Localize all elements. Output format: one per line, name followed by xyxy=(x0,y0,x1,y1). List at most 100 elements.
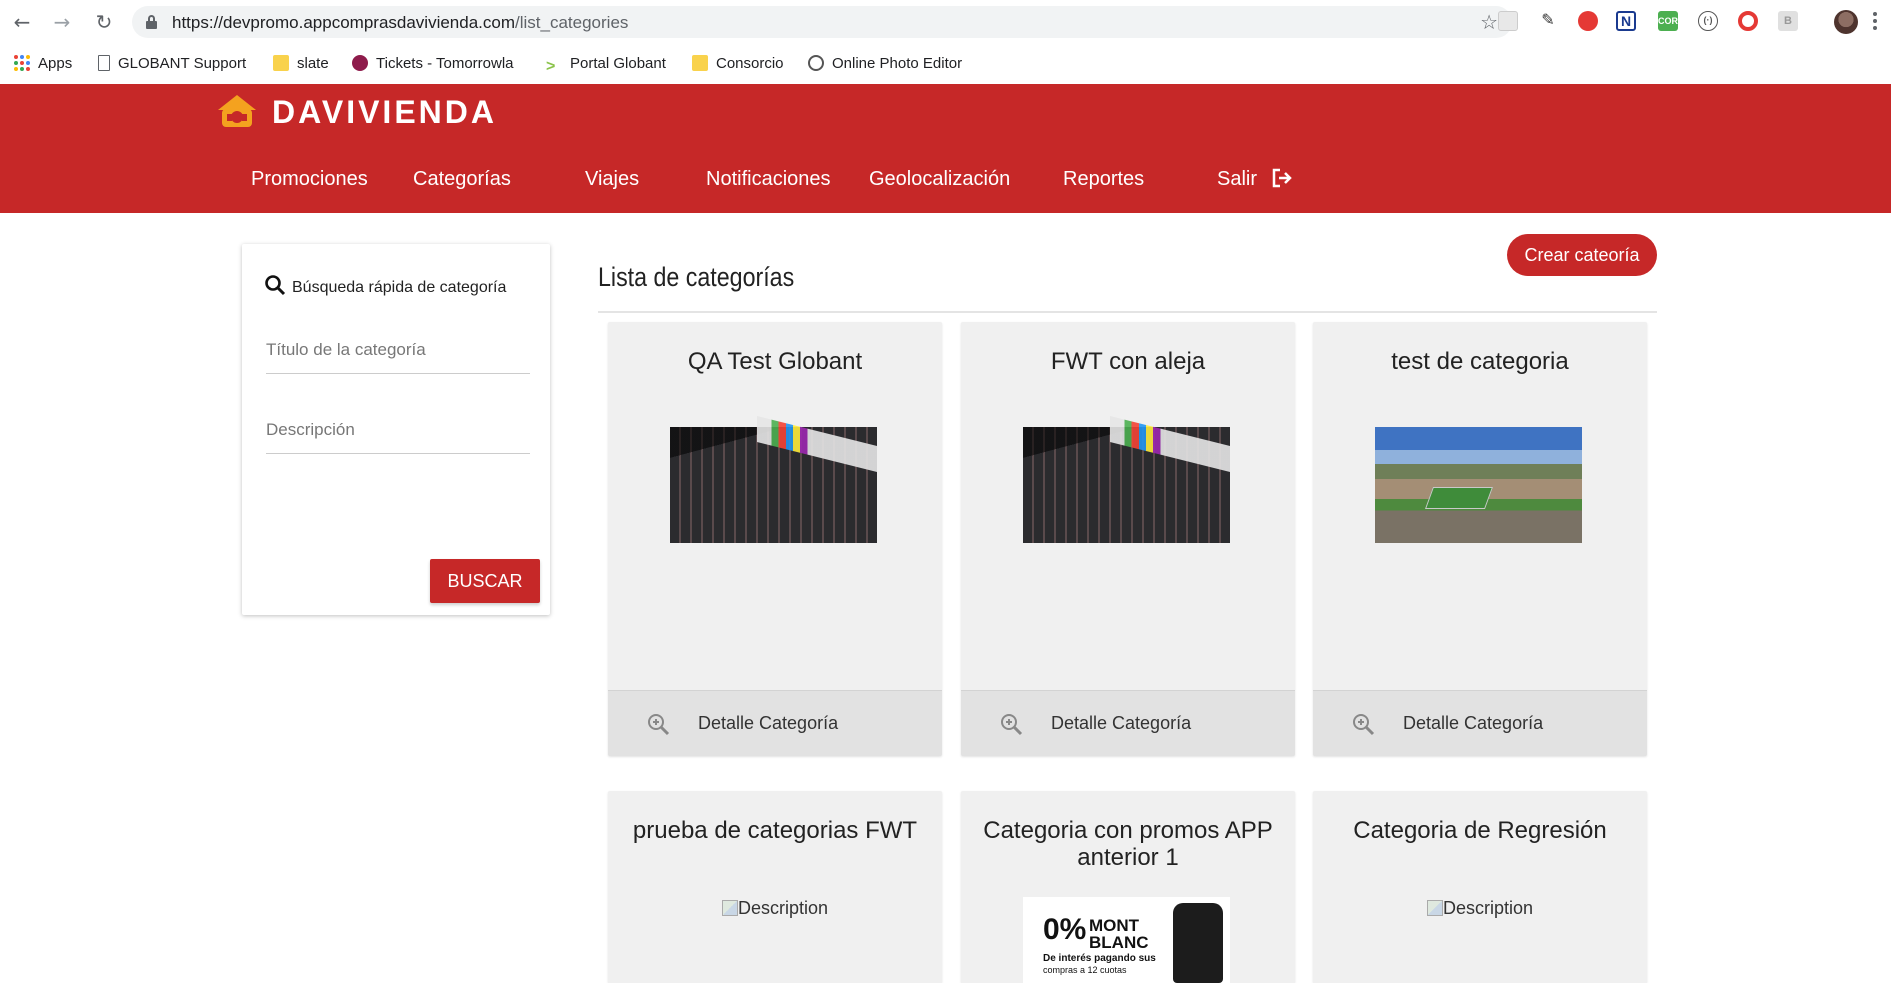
search-icon xyxy=(265,275,286,296)
search-title-text: Búsqueda rápida de categoría xyxy=(292,279,507,296)
url-text[interactable]: https://devpromo.appcomprasdavivienda.co… xyxy=(172,13,628,33)
broken-image: Description xyxy=(1313,898,1647,919)
bookmarks-bar: Apps GLOBANT Support slate Tickets - Tom… xyxy=(0,44,1891,84)
bookmark-portal-globant[interactable]: > Portal Globant xyxy=(546,53,666,75)
category-card[interactable]: Categoria de Regresión Description xyxy=(1313,791,1647,983)
browser-chrome: ← → ↻ https://devpromo.appcomprasdavivie… xyxy=(0,0,1891,84)
extension-icon[interactable]: B xyxy=(1778,11,1798,31)
cors-extension-icon[interactable]: CORS xyxy=(1658,11,1684,31)
extension-icon[interactable]: (·) xyxy=(1698,11,1718,31)
apps-grid-icon xyxy=(14,55,30,71)
page-icon xyxy=(98,55,110,71)
create-category-button[interactable]: Crear cateoría xyxy=(1507,234,1657,276)
promo-brand-line2: BLANC xyxy=(1089,933,1149,952)
category-detail-link[interactable]: Detalle Categoría xyxy=(1313,690,1647,756)
photo-editor-icon xyxy=(808,55,824,71)
tickets-icon xyxy=(352,55,368,71)
nav-reportes[interactable]: Reportes xyxy=(1063,168,1144,191)
zoom-in-icon xyxy=(648,714,670,736)
bookmark-label: Online Photo Editor xyxy=(832,55,963,72)
category-card[interactable]: test de categoria Detalle Categoría xyxy=(1313,322,1647,756)
bookmark-label: Tickets - Tomorrowla xyxy=(376,55,514,72)
title-field[interactable] xyxy=(266,324,530,374)
detail-label: Detalle Categoría xyxy=(698,713,839,733)
bookmark-slate[interactable]: slate xyxy=(273,53,329,75)
site-header: DAVIVIENDA Promociones Categorías Viajes… xyxy=(0,84,1891,213)
search-button[interactable]: BUSCAR xyxy=(430,559,540,603)
category-image-laptop xyxy=(1023,416,1230,543)
nav-salir-label: Salir xyxy=(1217,168,1258,190)
description-field[interactable] xyxy=(266,404,530,454)
nav-promociones[interactable]: Promociones xyxy=(251,168,368,191)
category-title-input[interactable] xyxy=(266,324,530,360)
back-arrow-icon[interactable]: ← xyxy=(10,10,34,34)
category-card-title: QA Test Globant xyxy=(687,348,863,375)
menu-dots-icon[interactable] xyxy=(1873,10,1879,32)
zoom-in-icon xyxy=(1353,714,1375,736)
globant-icon: > xyxy=(546,58,556,75)
category-card-title: FWT con aleja xyxy=(1050,348,1206,375)
broken-image-icon xyxy=(721,900,738,916)
lock-icon xyxy=(146,15,157,29)
category-card-title: Categoria de Regresión xyxy=(1353,817,1607,844)
category-card[interactable]: FWT con aleja Detalle Categoría xyxy=(961,322,1295,756)
folder-icon xyxy=(692,55,708,71)
category-image-campus xyxy=(1375,427,1582,543)
quick-search-panel: Búsqueda rápida de categoría BUSCAR xyxy=(242,244,550,615)
bookmark-label: Apps xyxy=(38,55,73,72)
url-host: https://devpromo.appcomprasdavivienda.co… xyxy=(172,13,516,32)
detail-label: Detalle Categoría xyxy=(1051,713,1192,733)
nav-categorias[interactable]: Categorías xyxy=(413,168,511,191)
detail-label: Detalle Categoría xyxy=(1403,713,1544,733)
house-logo-icon xyxy=(218,95,256,127)
extension-icon[interactable] xyxy=(1498,11,1518,31)
reload-icon[interactable]: ↻ xyxy=(92,10,116,34)
image-alt-text: Description xyxy=(1442,898,1534,918)
bookmark-label: GLOBANT Support xyxy=(118,55,247,72)
opera-extension-icon[interactable] xyxy=(1738,11,1758,31)
profile-avatar[interactable] xyxy=(1834,10,1858,34)
nav-notificaciones[interactable]: Notificaciones xyxy=(706,168,831,191)
bookmark-label: slate xyxy=(297,55,329,72)
bookmark-star-icon[interactable]: ☆ xyxy=(1480,10,1498,34)
category-card-title: Categoria con promos APP anterior 1 xyxy=(983,817,1273,871)
page-title: Lista de categorías xyxy=(598,262,795,292)
nav-salir[interactable]: Salir xyxy=(1217,168,1293,191)
category-image-promo: 0% MONT BLANC De interés pagando sus comp… xyxy=(1023,897,1230,983)
bookmark-apps[interactable]: Apps xyxy=(14,53,72,75)
category-detail-link[interactable]: Detalle Categoría xyxy=(961,690,1295,756)
category-description-input[interactable] xyxy=(266,404,530,440)
logout-icon xyxy=(1272,168,1292,188)
bookmark-globant-support[interactable]: GLOBANT Support xyxy=(98,53,246,75)
category-card-title: test de categoria xyxy=(1391,348,1569,375)
forward-arrow-icon[interactable]: → xyxy=(50,10,74,34)
promo-line2: compras a 12 cuotas xyxy=(1043,965,1127,975)
promo-brand: MONT BLANC xyxy=(1089,917,1149,951)
n-extension-icon[interactable]: N xyxy=(1616,11,1636,31)
backpack-image xyxy=(1173,903,1223,983)
bookmark-photo-editor[interactable]: Online Photo Editor xyxy=(808,53,962,75)
category-image-laptop xyxy=(670,416,877,543)
zoom-in-icon xyxy=(1001,714,1023,736)
category-card[interactable]: QA Test Globant Detalle Categoría xyxy=(608,322,942,756)
nav-viajes[interactable]: Viajes xyxy=(585,168,639,191)
nav-geolocalizacion[interactable]: Geolocalización xyxy=(869,168,1010,191)
bookmark-tickets[interactable]: Tickets - Tomorrowla xyxy=(352,53,522,75)
search-panel-title: Búsqueda rápida de categoría xyxy=(264,274,506,297)
category-card[interactable]: prueba de categorias FWT Description xyxy=(608,791,942,983)
eyedropper-extension-icon[interactable]: ✎ xyxy=(1538,11,1558,31)
category-detail-link[interactable]: Detalle Categoría xyxy=(608,690,942,756)
folder-icon xyxy=(273,55,289,71)
bookmark-label: Portal Globant xyxy=(570,55,666,72)
url-path: /list_categories xyxy=(515,13,629,32)
broken-image: Description xyxy=(608,898,942,919)
bookmark-consorcio[interactable]: Consorcio xyxy=(692,53,784,75)
image-alt-text: Description xyxy=(737,898,829,918)
category-card[interactable]: Categoria con promos APP anterior 1 0% M… xyxy=(961,791,1295,983)
extension-icon[interactable] xyxy=(1578,11,1598,31)
category-card-title: prueba de categorias FWT xyxy=(632,817,918,844)
address-bar[interactable]: https://devpromo.appcomprasdavivienda.co… xyxy=(132,6,1512,38)
title-divider xyxy=(598,311,1657,313)
promo-percent: 0% xyxy=(1043,913,1087,946)
bookmark-label: Consorcio xyxy=(716,55,784,72)
